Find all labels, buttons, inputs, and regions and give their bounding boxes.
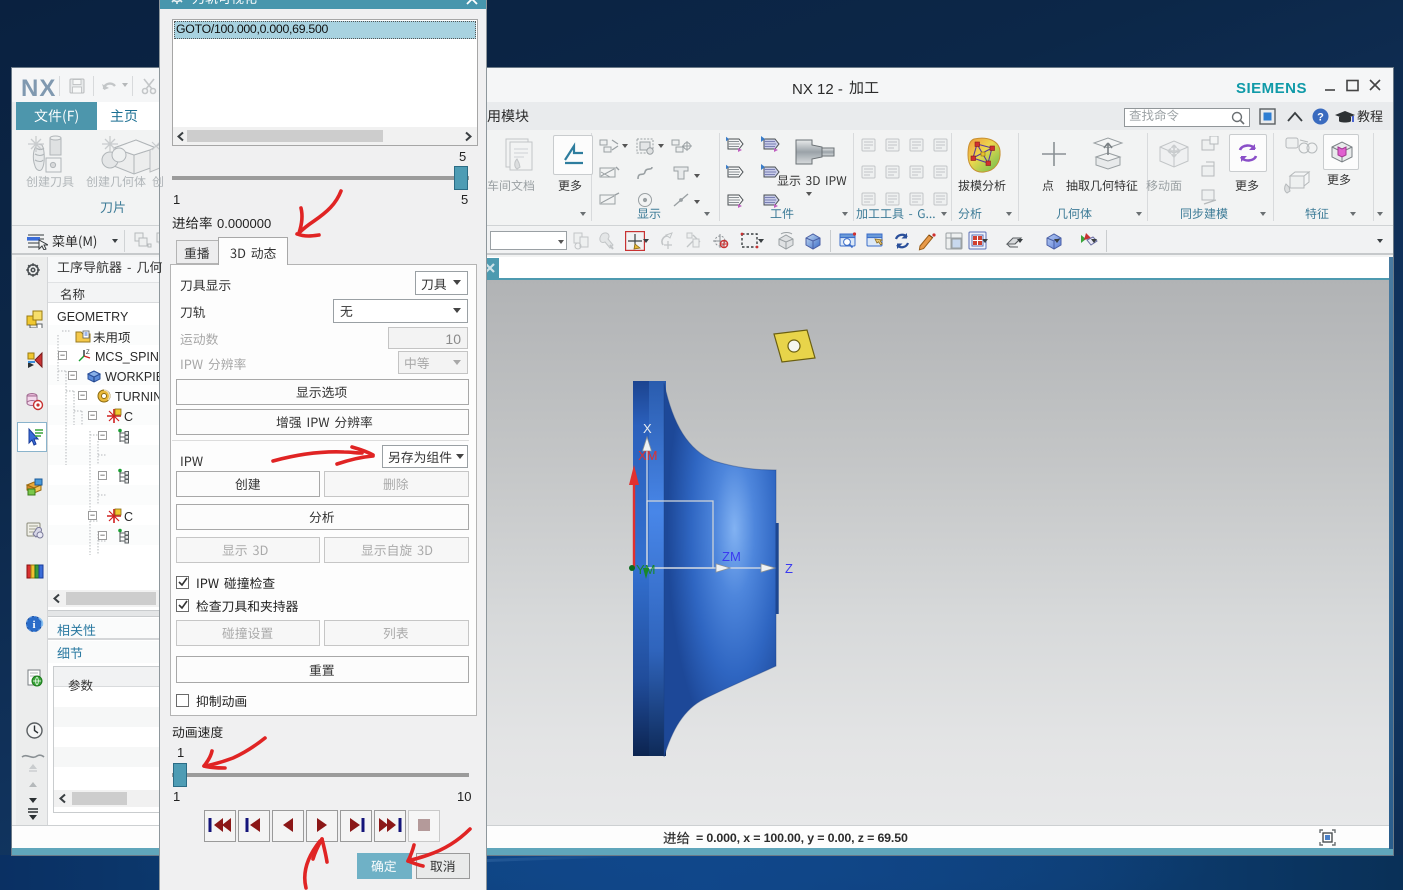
svg-text:i: i — [32, 619, 35, 631]
svg-text:Z: Z — [785, 561, 793, 576]
svg-text:?: ? — [1317, 112, 1324, 124]
svg-text:ZM: ZM — [722, 549, 741, 564]
svg-text:Z: Z — [86, 350, 90, 356]
svg-text:X: X — [643, 421, 652, 436]
svg-text:XM: XM — [638, 448, 658, 463]
